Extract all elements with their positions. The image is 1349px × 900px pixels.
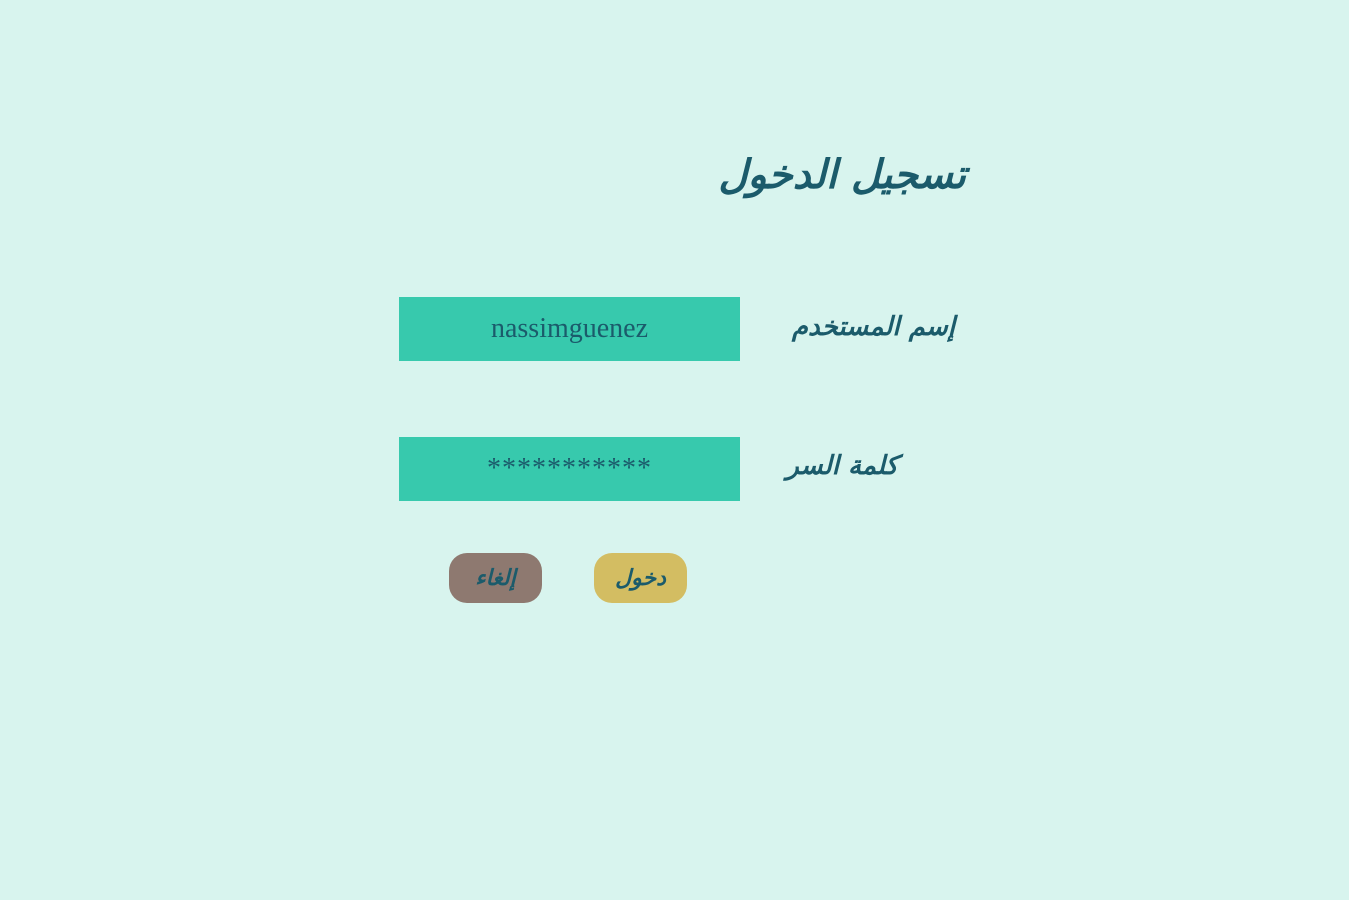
username-input[interactable] <box>399 297 740 361</box>
password-input[interactable] <box>399 437 740 501</box>
password-label: كلمة السر <box>786 451 898 481</box>
username-label: إسم المستخدم <box>791 312 955 342</box>
login-button[interactable]: دخول <box>594 553 687 603</box>
page-title: تسجيل الدخول <box>718 151 966 198</box>
cancel-button[interactable]: إلغاء <box>449 553 542 603</box>
